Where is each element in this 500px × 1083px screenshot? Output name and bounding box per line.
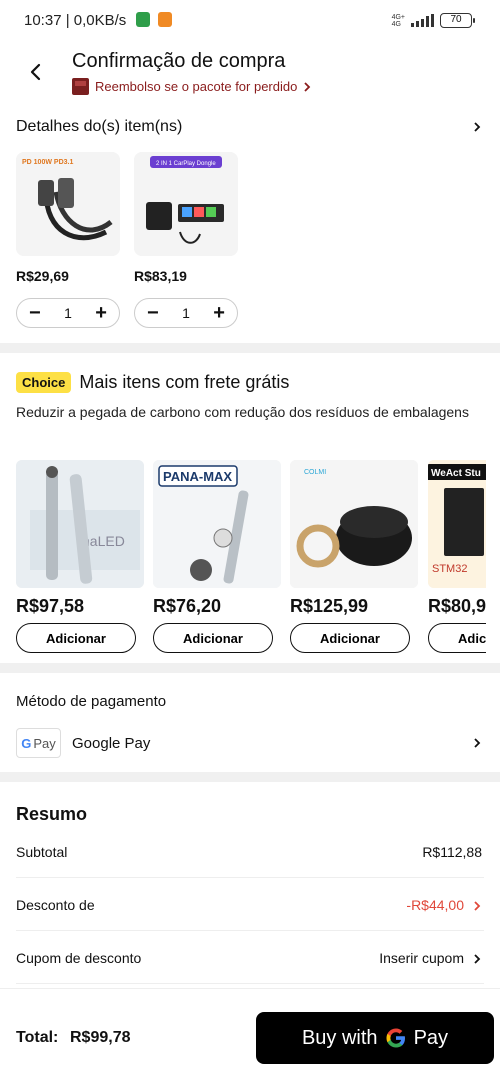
subtotal-value: R$112,88 <box>422 844 482 860</box>
svg-text:WeAct Stu: WeAct Stu <box>431 468 481 479</box>
item-price: R$29,69 <box>16 268 69 284</box>
add-product-button[interactable]: Adicionar <box>428 623 486 653</box>
download-icon <box>136 12 150 27</box>
items-details-header[interactable]: Detalhes do(s) item(ns) <box>16 118 484 138</box>
page-title: Confirmação de compra <box>72 50 286 72</box>
add-product-button[interactable]: Adicionar <box>16 623 136 653</box>
panamax-handpiece-image: PANA-MAX <box>153 460 281 588</box>
cable-image: PD 100W PD3.1 <box>16 152 120 256</box>
product-image-smart-ring[interactable]: COLMI <box>290 460 418 588</box>
cart-item: PD 100W PD3.1 R$29,69 − 1 + <box>16 152 120 328</box>
stm32-board-image: WeAct Stu STM32 <box>428 460 486 588</box>
add-product-button[interactable]: Adicionar <box>153 623 273 653</box>
svg-text:2 IN 1 CarPlay Dongle: 2 IN 1 CarPlay Dongle <box>156 161 216 167</box>
total-value: R$99,78 <box>70 1029 131 1046</box>
product-image-cable[interactable]: PD 100W PD3.1 <box>16 152 120 256</box>
payment-method-row[interactable]: G Pay Google Pay <box>16 728 484 758</box>
discount-label: Desconto de <box>16 897 95 913</box>
dental-handpiece-image: naLED <box>16 460 144 588</box>
recommended-products-carousel[interactable]: naLED R$97,58 Adicionar PANA-MAX R$76,20… <box>0 455 486 665</box>
choice-badge: Choice <box>16 372 72 393</box>
summary-title: Resumo <box>16 804 88 824</box>
google-g-icon <box>386 1028 405 1048</box>
add-product-button[interactable]: Adicionar <box>290 623 410 653</box>
google-g-icon: G <box>21 735 32 751</box>
choice-title: Mais itens com frete grátis <box>79 372 290 392</box>
section-divider <box>0 772 500 782</box>
smart-ring-image: COLMI <box>290 460 418 588</box>
quantity-value: 1 <box>182 305 190 321</box>
status-bar: 10:37 | 0,0KB/s 4G+ 4G 70 <box>0 0 500 44</box>
google-pay-logo: G Pay <box>16 728 61 758</box>
product-price: R$125,99 <box>290 596 369 616</box>
product-price: R$76,20 <box>153 596 222 616</box>
svg-text:COLMI: COLMI <box>304 469 326 476</box>
quantity-stepper: − 1 + <box>134 298 238 328</box>
product-price: R$97,58 <box>16 596 85 616</box>
status-time: 10:37 | 0,0KB/s <box>24 12 127 29</box>
item-price: R$83,19 <box>134 268 187 284</box>
svg-text:PD 100W PD3.1: PD 100W PD3.1 <box>22 159 73 166</box>
product-image-carplay[interactable]: 2 IN 1 CarPlay Dongle <box>134 152 238 256</box>
package-icon <box>72 78 89 95</box>
coupon-label: Cupom de desconto <box>16 950 142 966</box>
buy-label: Buy with <box>301 1026 378 1049</box>
chevron-right-icon <box>474 901 481 911</box>
pay-label: Pay <box>413 1026 449 1049</box>
notification-icons <box>136 12 172 27</box>
svg-text:STM32: STM32 <box>432 563 467 575</box>
total-label: Total: <box>16 1029 59 1046</box>
carplay-dongle-image: 2 IN 1 CarPlay Dongle <box>134 152 238 256</box>
choice-header: Choice Mais itens com frete grátis <box>16 372 289 393</box>
chevron-right-icon <box>304 81 311 92</box>
checkout-footer: Total: R$99,78 Buy with Pay <box>0 988 500 1083</box>
refund-link[interactable]: Reembolso se o pacote for perdido <box>72 78 311 95</box>
section-divider <box>0 343 500 353</box>
back-button[interactable] <box>22 58 50 86</box>
product-image-panamax[interactable]: PANA-MAX <box>153 460 281 588</box>
payment-method-title: Método de pagamento <box>16 693 167 710</box>
signal-icon <box>411 14 434 27</box>
product-image-handpiece-led[interactable]: naLED <box>16 460 144 588</box>
discount-row[interactable]: Desconto de -R$44,00 <box>16 879 484 931</box>
recommended-product: COLMI R$125,99 Adicionar <box>290 460 418 653</box>
section-divider <box>0 663 500 673</box>
subtotal-label: Subtotal <box>16 844 68 860</box>
svg-text:PANA-MAX: PANA-MAX <box>163 469 232 484</box>
quantity-value: 1 <box>64 305 72 321</box>
decrease-button[interactable]: − <box>147 303 159 323</box>
discount-value: -R$44,00 <box>406 897 464 913</box>
network-type: 4G+ 4G <box>391 13 405 28</box>
chevron-right-icon <box>474 954 481 964</box>
recommended-product: PANA-MAX R$76,20 Adicionar <box>153 460 281 653</box>
chevron-left-icon <box>30 63 41 81</box>
increase-button[interactable]: + <box>95 303 107 323</box>
product-price: R$80,9 <box>428 596 486 616</box>
buy-with-google-pay-button[interactable]: Buy with Pay <box>256 1012 494 1064</box>
coupon-value: Inserir cupom <box>379 950 464 966</box>
battery-icon: 70 <box>440 13 475 28</box>
chevron-right-icon <box>474 738 481 748</box>
recommended-product: naLED R$97,58 Adicionar <box>16 460 144 653</box>
header: Confirmação de compra Reembolso se o pac… <box>0 44 500 104</box>
items-section-title: Detalhes do(s) item(ns) <box>16 118 183 135</box>
subtotal-row: Subtotal R$112,88 <box>16 826 484 878</box>
coupon-row[interactable]: Cupom de desconto Inserir cupom <box>16 932 484 984</box>
recommended-product: WeAct Stu STM32 R$80,9 Adicionar <box>428 460 486 653</box>
chevron-right-icon <box>474 122 481 132</box>
cart-item: 2 IN 1 CarPlay Dongle R$83,19 − 1 + <box>134 152 238 328</box>
increase-button[interactable]: + <box>213 303 225 323</box>
payment-method-name: Google Pay <box>72 735 151 752</box>
status-right: 4G+ 4G 70 <box>391 13 475 28</box>
product-image-stm32[interactable]: WeAct Stu STM32 <box>428 460 486 588</box>
quantity-stepper: − 1 + <box>16 298 120 328</box>
app-notification-icon <box>158 12 172 27</box>
choice-description: Reduzir a pegada de carbono com redução … <box>16 404 469 420</box>
refund-text: Reembolso se o pacote for perdido <box>95 79 298 94</box>
decrease-button[interactable]: − <box>29 303 41 323</box>
